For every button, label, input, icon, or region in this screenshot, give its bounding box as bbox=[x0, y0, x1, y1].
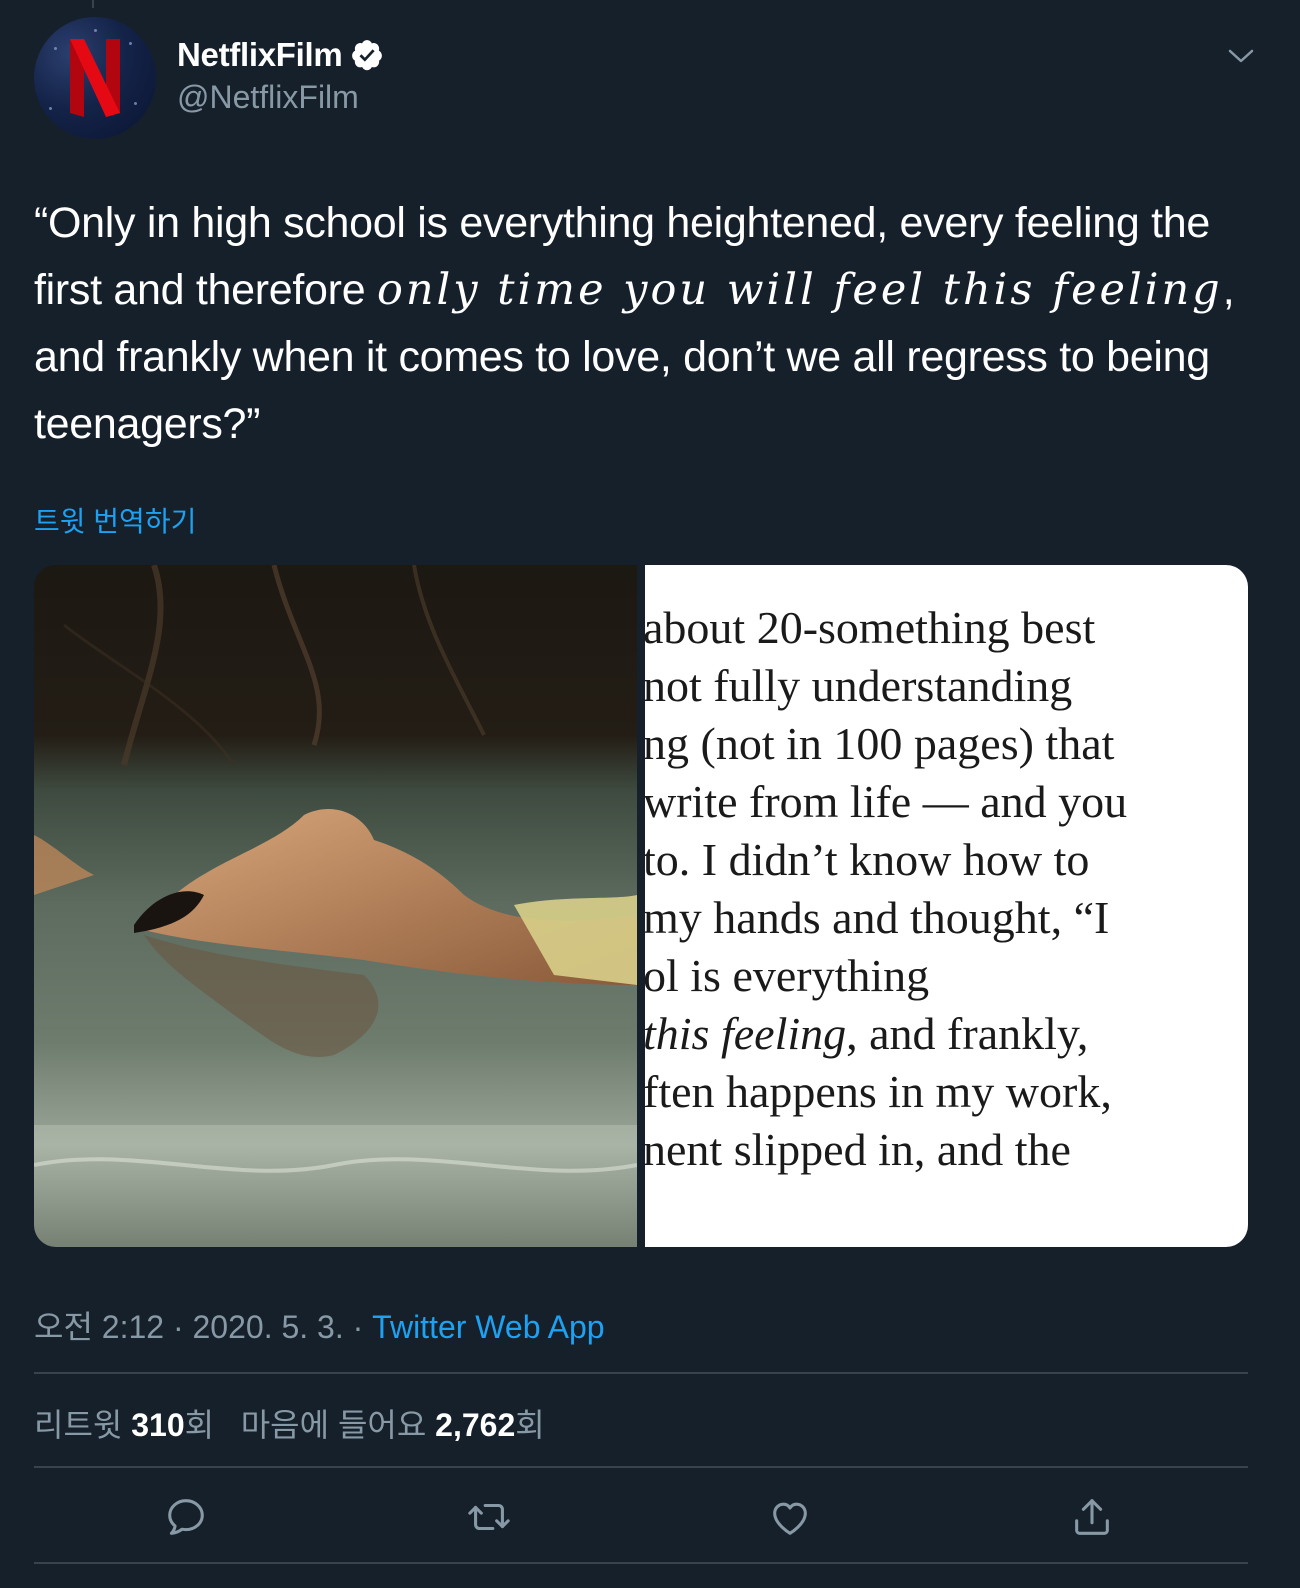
avatar[interactable] bbox=[34, 17, 156, 139]
tweet-text: “Only in high school is everything heigh… bbox=[34, 190, 1254, 458]
likes-count: 2,762 bbox=[435, 1407, 516, 1443]
tweet-timestamp-line: 오전 2:12 · 2020. 5. 3. · Twitter Web App bbox=[34, 1302, 605, 1348]
tweet-text-fancy: only time you will feel this feeling bbox=[376, 265, 1223, 315]
divider bbox=[34, 1562, 1248, 1564]
book-line: ng (not in 100 pages) that bbox=[645, 718, 1115, 769]
book-line: ften happens in my work, bbox=[645, 1066, 1112, 1117]
translate-tweet-link[interactable]: 트윗 번역하기 bbox=[34, 500, 196, 540]
top-tick bbox=[92, 0, 94, 8]
book-line: nent slipped in, and the bbox=[645, 1124, 1071, 1175]
tweet-stats: 리트윗 310회 마음에 들어요 2,762회 bbox=[34, 1400, 545, 1446]
likes-label: 마음에 들어요 bbox=[240, 1407, 436, 1443]
tweet-time[interactable]: 오전 2:12 bbox=[34, 1309, 164, 1345]
author-handle[interactable]: @NetflixFilm bbox=[177, 79, 359, 116]
meta-separator: · bbox=[164, 1309, 193, 1345]
divider bbox=[34, 1466, 1248, 1468]
retweets-suffix: 회 bbox=[184, 1407, 215, 1443]
tweet-media[interactable]: about 20-something best not fully unders… bbox=[34, 565, 1248, 1247]
retweets-stat[interactable]: 리트윗 310회 bbox=[34, 1407, 214, 1443]
share-icon[interactable] bbox=[1069, 1494, 1115, 1540]
book-line: write from life — and you bbox=[645, 776, 1128, 827]
book-excerpt-image[interactable]: about 20-something best not fully unders… bbox=[645, 565, 1248, 1247]
retweets-label: 리트윗 bbox=[34, 1407, 132, 1443]
author-display-name-row[interactable]: NetflixFilm bbox=[177, 36, 384, 74]
avatar-star bbox=[94, 29, 97, 32]
photo-woman-floating-in-water[interactable] bbox=[34, 565, 637, 1247]
avatar-star bbox=[129, 42, 132, 45]
book-line: my hands and thought, “I bbox=[645, 892, 1110, 943]
retweets-count: 310 bbox=[131, 1407, 185, 1443]
book-line: ol is everything bbox=[645, 950, 930, 1001]
reply-icon[interactable] bbox=[163, 1494, 209, 1540]
verified-badge-icon bbox=[352, 40, 383, 71]
tweet-source-link[interactable]: Twitter Web App bbox=[372, 1309, 604, 1345]
media-divider bbox=[637, 565, 645, 1247]
meta-separator: · bbox=[343, 1309, 373, 1345]
like-icon[interactable] bbox=[767, 1494, 813, 1540]
avatar-star bbox=[49, 107, 52, 110]
book-line: to. I didn’t know how to bbox=[645, 834, 1090, 885]
book-line: not fully understanding bbox=[645, 660, 1073, 711]
book-line: this feeling, and frankly, bbox=[645, 1008, 1089, 1059]
book-line: about 20-something best bbox=[645, 602, 1096, 653]
likes-stat[interactable]: 마음에 들어요 2,762회 bbox=[241, 1407, 545, 1443]
chevron-down-icon[interactable] bbox=[1226, 44, 1256, 68]
avatar-star bbox=[134, 102, 137, 105]
netflix-logo-icon bbox=[70, 39, 120, 117]
book-line-italic: this feeling bbox=[645, 1008, 847, 1059]
author-display-name[interactable]: NetflixFilm bbox=[177, 36, 343, 74]
likes-suffix: 회 bbox=[515, 1407, 545, 1443]
retweet-icon[interactable] bbox=[466, 1494, 512, 1540]
tweet-date[interactable]: 2020. 5. 3. bbox=[193, 1309, 344, 1345]
divider bbox=[34, 1372, 1248, 1374]
avatar-star bbox=[54, 47, 57, 50]
